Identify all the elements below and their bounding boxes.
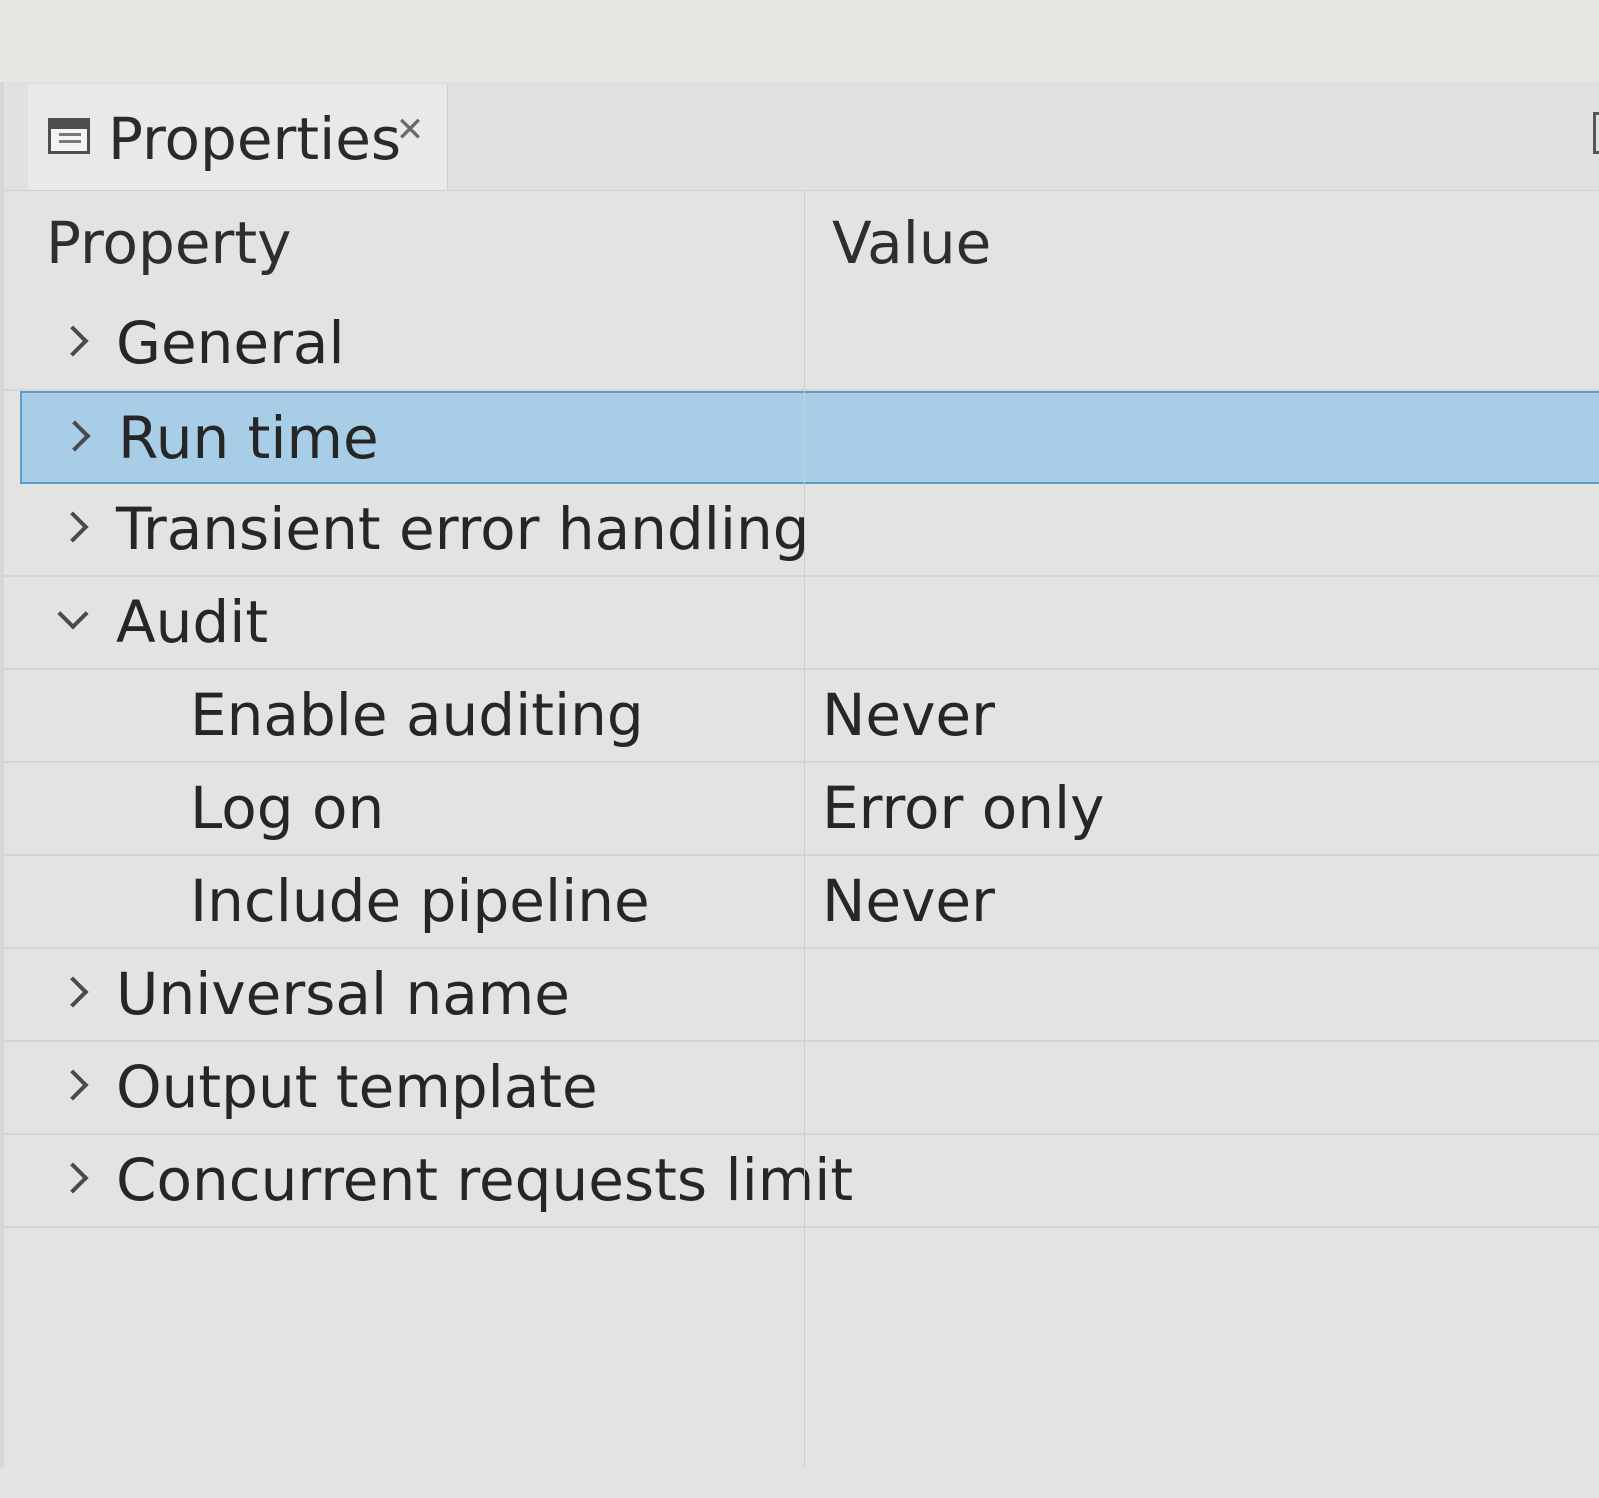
table-row[interactable]: Run time [20, 391, 1599, 484]
property-value[interactable]: Error only [822, 775, 1105, 841]
property-label: Transient error handling [116, 495, 810, 563]
view-tab-bar: Properties ✕ [4, 82, 1599, 191]
chevron-right-icon[interactable] [52, 965, 92, 1021]
top-strip [0, 0, 1599, 82]
tab-title: Properties [108, 105, 402, 173]
table-header: Property Value [4, 190, 1599, 298]
table-row[interactable]: Enable auditing Never [4, 670, 1599, 763]
chevron-right-icon[interactable] [52, 1058, 92, 1114]
chevron-right-icon[interactable] [52, 1151, 92, 1207]
close-icon[interactable]: ✕ [390, 104, 430, 156]
chevron-right-icon[interactable] [52, 314, 92, 370]
property-label: Audit [116, 588, 269, 656]
property-label: Include pipeline [190, 867, 650, 935]
property-label: Enable auditing [190, 681, 644, 749]
column-divider[interactable] [804, 190, 805, 1468]
table-row[interactable]: Include pipeline Never [4, 856, 1599, 949]
table-row[interactable]: Universal name [4, 949, 1599, 1042]
properties-view: Properties ✕ Property Value General Run t… [0, 82, 1599, 1468]
property-label: Output template [116, 1053, 598, 1121]
chevron-down-icon[interactable] [52, 593, 92, 649]
property-label: Log on [190, 774, 385, 842]
empty-table-area [4, 1228, 1599, 1498]
property-value[interactable]: Never [822, 682, 995, 748]
property-label: Concurrent requests limit [116, 1146, 854, 1214]
column-header-property[interactable]: Property [46, 210, 291, 276]
chevron-right-icon[interactable] [52, 500, 92, 556]
column-header-value[interactable]: Value [832, 210, 991, 276]
table-row[interactable]: General [4, 298, 1599, 391]
table-row[interactable]: Output template [4, 1042, 1599, 1135]
table-body: General Run time Transient error handling A… [4, 298, 1599, 1228]
table-row[interactable]: Log on Error only [4, 763, 1599, 856]
property-label: General [116, 309, 345, 377]
property-tree-table: Property Value General Run time Transient … [4, 190, 1599, 1498]
property-label: Universal name [116, 960, 570, 1028]
table-row[interactable]: Transient error handling [4, 484, 1599, 577]
view-menu-icon[interactable] [1593, 112, 1599, 154]
properties-view-icon [48, 118, 90, 154]
table-row[interactable]: Concurrent requests limit [4, 1135, 1599, 1228]
properties-tab[interactable]: Properties ✕ [28, 84, 448, 190]
property-value[interactable]: Never [822, 868, 995, 934]
table-row[interactable]: Audit [4, 577, 1599, 670]
property-label: Run time [118, 404, 379, 472]
chevron-right-icon[interactable] [54, 409, 94, 465]
